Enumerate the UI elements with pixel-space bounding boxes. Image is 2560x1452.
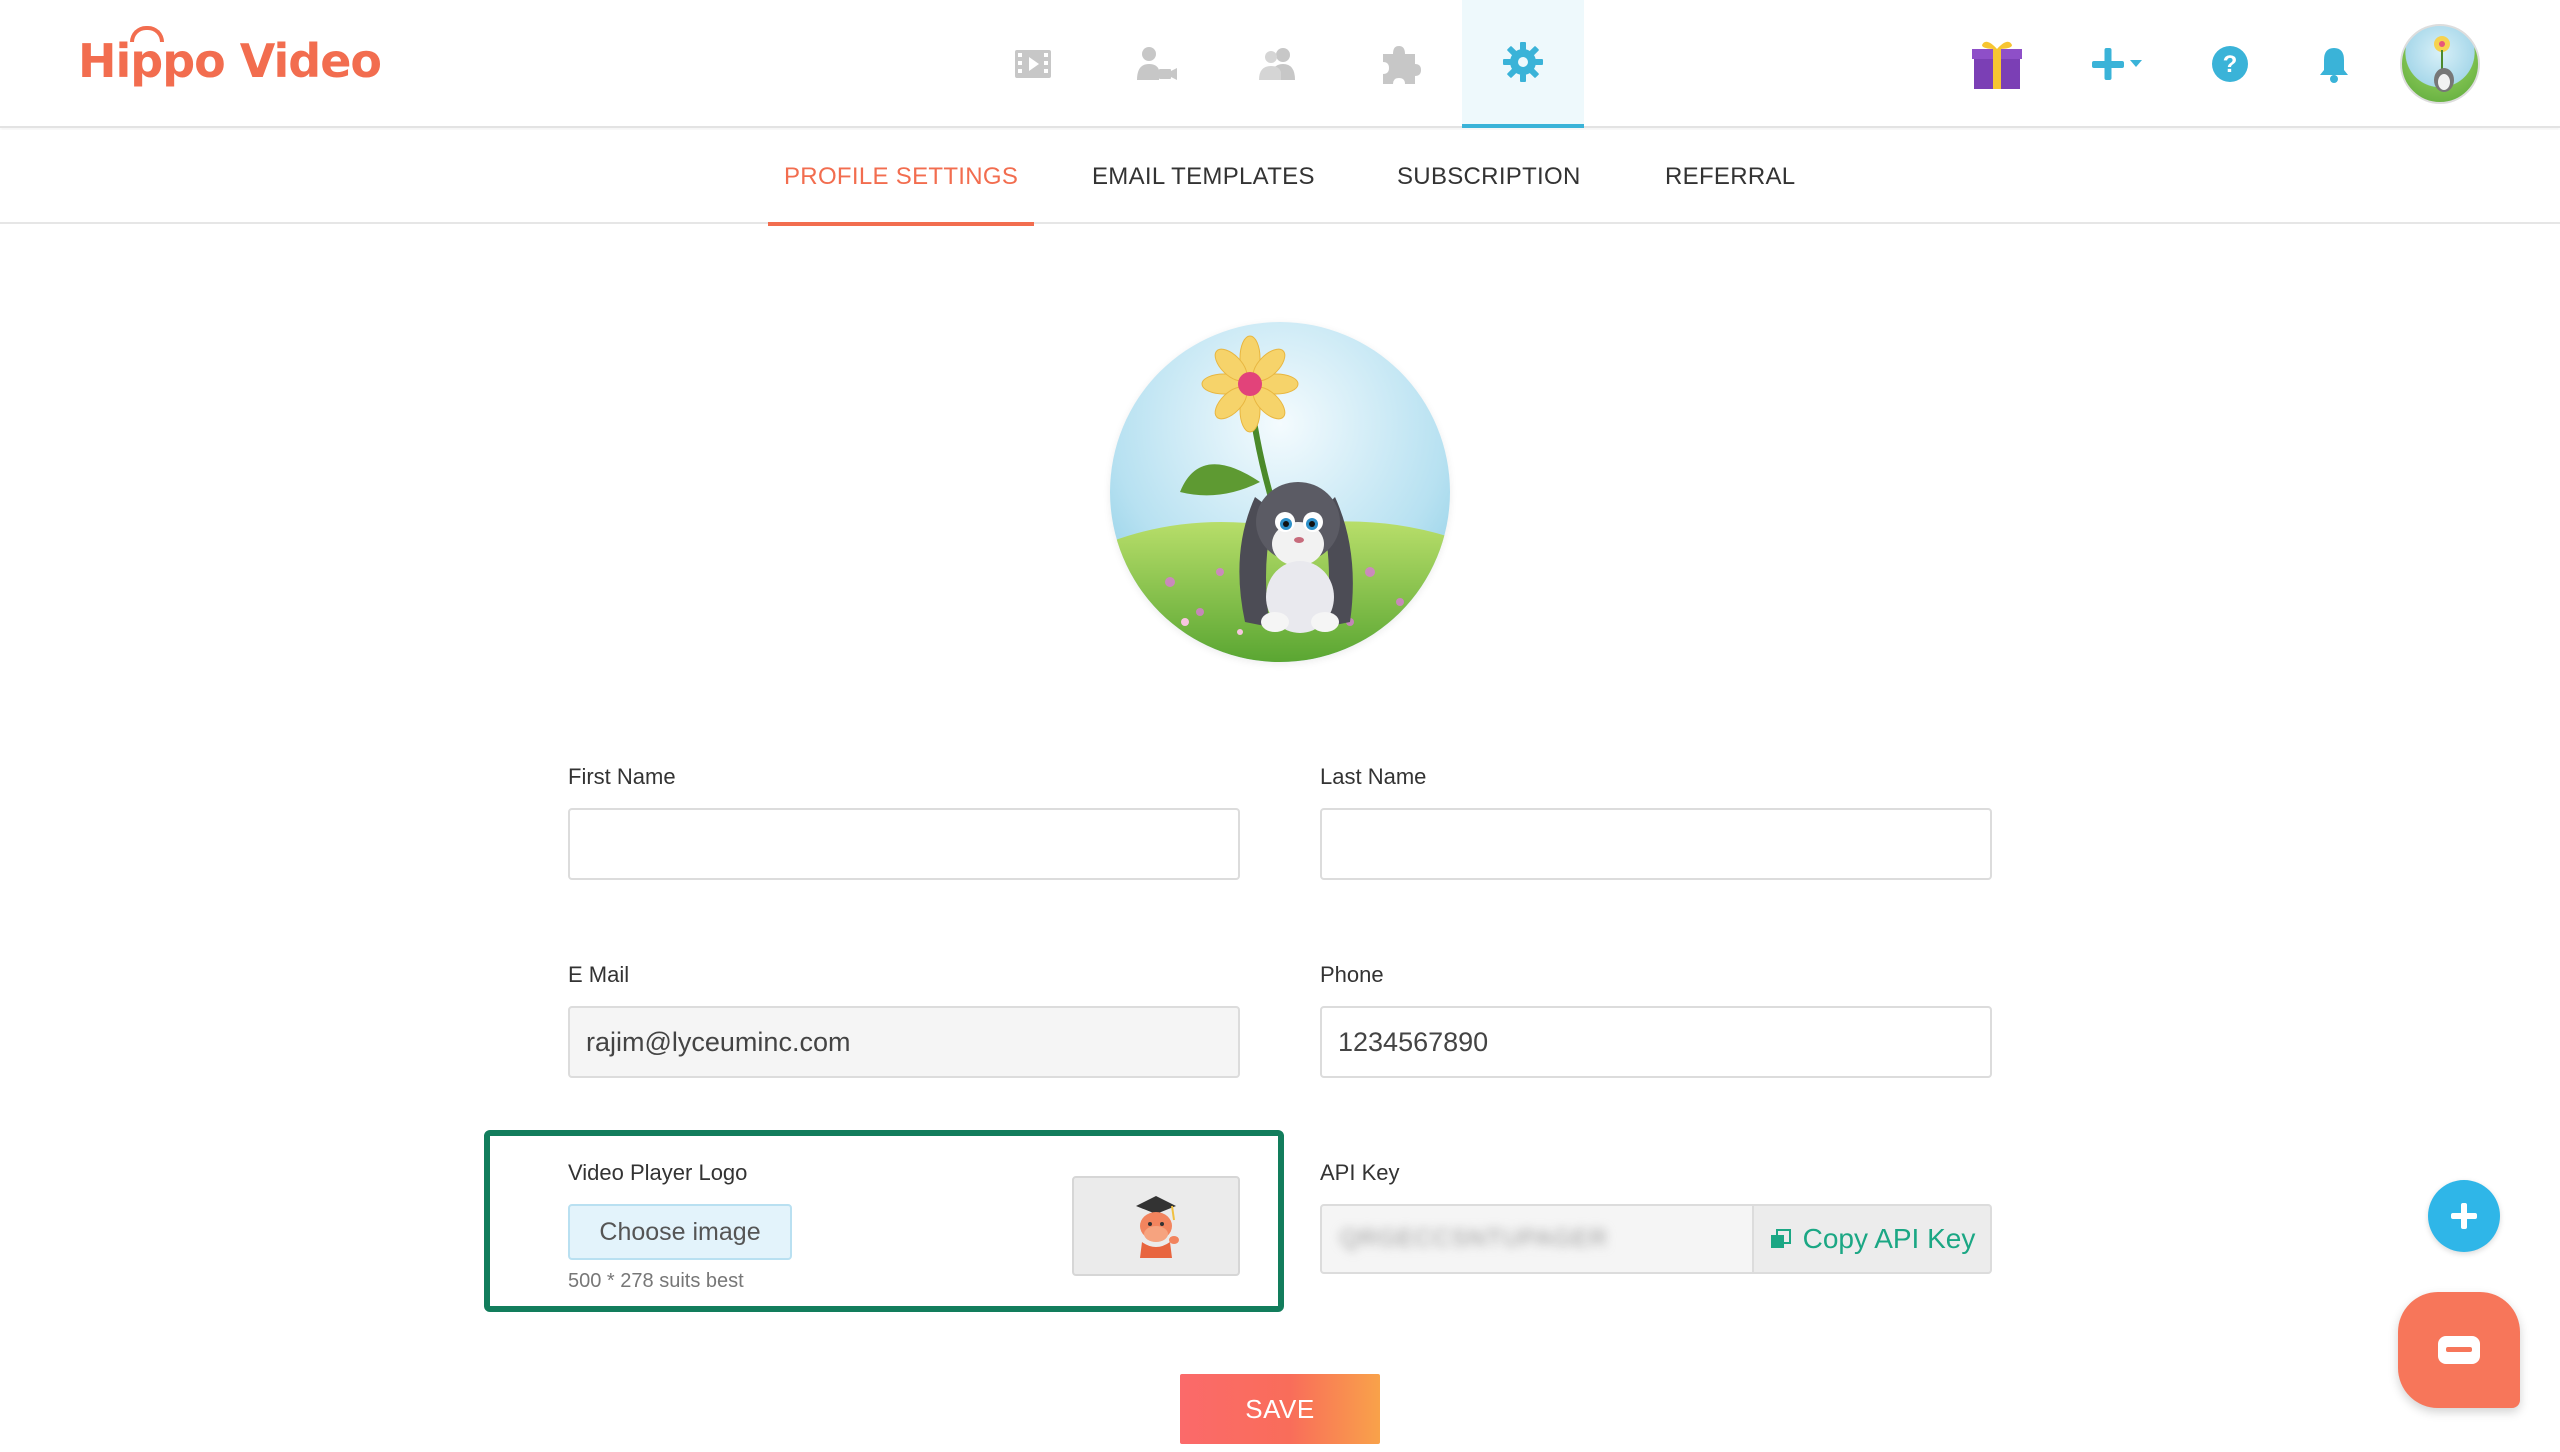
help-icon: ? [2212, 46, 2248, 82]
create-new-dropdown[interactable] [2088, 26, 2148, 102]
app-logo[interactable]: Hippo Video [78, 26, 382, 88]
copy-api-key-button[interactable]: Copy API Key [1754, 1204, 1992, 1274]
choose-image-button[interactable]: Choose image [568, 1204, 792, 1260]
tab-profile-settings[interactable]: PROFILE SETTINGS [767, 130, 1035, 226]
profile-picture[interactable] [1110, 322, 1450, 662]
api-key-value: QRGECCSNTUPAGER [1340, 1225, 1608, 1252]
tab-label: EMAIL TEMPLATES [1092, 163, 1315, 190]
video-film-icon [1015, 50, 1051, 78]
nav-settings[interactable] [1462, 0, 1584, 128]
nav-contacts[interactable] [1216, 0, 1338, 128]
floating-add-button[interactable] [2428, 1180, 2500, 1252]
puzzle-integrations-icon [1383, 46, 1421, 84]
email-value: rajim@lyceuminc.com [586, 1026, 851, 1057]
chat-icon [2438, 1336, 2480, 1364]
person-camera-icon [1137, 47, 1177, 80]
tab-referral[interactable]: REFERRAL [1665, 130, 1795, 224]
plus-icon [2451, 1203, 2477, 1229]
video-logo-label: Video Player Logo [568, 1160, 748, 1185]
settings-gear-icon [1503, 42, 1543, 82]
profile-image [1110, 322, 1450, 662]
user-avatar [2400, 24, 2480, 104]
logo-ear-decoration [130, 26, 164, 42]
gift-icon [1972, 41, 2022, 89]
nav-videos[interactable] [972, 0, 1094, 128]
plus-dropdown-icon [2092, 48, 2142, 80]
email-field[interactable]: rajim@lyceuminc.com [568, 1006, 1240, 1078]
hippo-mascot-icon [1136, 1196, 1179, 1258]
user-avatar-button[interactable] [2398, 24, 2482, 104]
first-name-label: First Name [568, 764, 676, 789]
logo-preview [1072, 1176, 1240, 1276]
svg-text:?: ? [2223, 51, 2238, 78]
notifications-button[interactable] [2312, 26, 2356, 102]
phone-label: Phone [1320, 962, 1384, 987]
top-navigation-bar: Hippo Video ? [0, 0, 2560, 128]
bell-icon [2320, 48, 2348, 83]
contacts-icon [1259, 48, 1295, 80]
tab-subscription[interactable]: SUBSCRIPTION [1397, 130, 1581, 224]
phone-value: 1234567890 [1338, 1026, 1489, 1057]
tab-email-templates[interactable]: EMAIL TEMPLATES [1092, 130, 1315, 224]
tab-label: PROFILE SETTINGS [784, 163, 1019, 190]
nav-integrations[interactable] [1338, 0, 1460, 128]
save-button[interactable]: SAVE [1180, 1374, 1380, 1444]
copy-icon [1770, 1229, 1791, 1248]
last-name-input[interactable] [1320, 808, 1992, 880]
choose-image-label: Choose image [599, 1217, 761, 1246]
api-key-field[interactable]: QRGECCSNTUPAGER [1320, 1204, 1754, 1274]
phone-input[interactable]: 1234567890 [1320, 1006, 1992, 1078]
settings-subnav: PROFILE SETTINGS EMAIL TEMPLATES SUBSCRI… [0, 130, 2560, 226]
first-name-input[interactable] [568, 808, 1240, 880]
gift-button[interactable] [1966, 26, 2028, 102]
last-name-label: Last Name [1320, 764, 1427, 789]
tab-label: REFERRAL [1665, 163, 1796, 190]
logo-size-hint: 500 * 278 suits best [568, 1270, 744, 1292]
copy-api-key-label: Copy API Key [1802, 1223, 1976, 1254]
tab-label: SUBSCRIPTION [1397, 163, 1581, 190]
chat-support-button[interactable] [2398, 1292, 2520, 1408]
save-label: SAVE [1245, 1393, 1315, 1424]
api-key-label: API Key [1320, 1160, 1400, 1185]
logo-text: Hippo Video [78, 34, 382, 88]
email-label: E Mail [568, 962, 630, 987]
nav-record[interactable] [1094, 0, 1216, 128]
help-button[interactable]: ? [2206, 26, 2254, 102]
